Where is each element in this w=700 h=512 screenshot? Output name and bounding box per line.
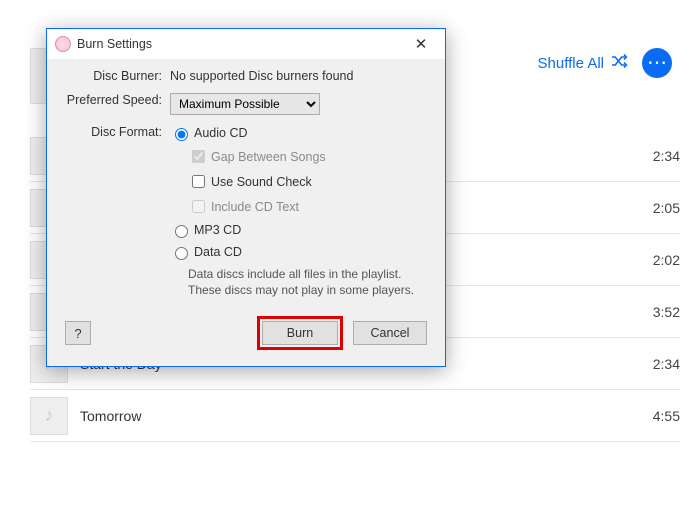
more-button[interactable]: ⋯ <box>642 48 672 78</box>
gap-songs-label: Gap Between Songs <box>211 150 326 164</box>
app-icon <box>55 36 71 52</box>
shuffle-all-link[interactable]: Shuffle All <box>538 55 604 72</box>
shuffle-icon <box>610 53 630 73</box>
dialog-titlebar: Burn Settings ✕ <box>47 29 445 59</box>
cancel-button[interactable]: Cancel <box>353 321 427 345</box>
track-duration: 2:34 <box>653 148 680 164</box>
sound-check-checkbox[interactable]: Use Sound Check <box>170 172 427 191</box>
audio-cd-radio[interactable]: Audio CD <box>170 125 427 141</box>
disc-format-label: Disc Format: <box>65 125 170 298</box>
close-button[interactable]: ✕ <box>405 35 437 53</box>
data-cd-radio[interactable]: Data CD <box>170 244 427 260</box>
preferred-speed-select[interactable]: Maximum Possible <box>170 93 320 115</box>
burn-highlight: Burn <box>257 316 343 350</box>
track-duration: 4:55 <box>653 408 680 424</box>
burn-settings-dialog: Burn Settings ✕ Disc Burner: No supporte… <box>46 28 446 367</box>
track-duration: 3:52 <box>653 304 680 320</box>
gap-songs-checkbox: Gap Between Songs <box>170 147 427 166</box>
audio-cd-label: Audio CD <box>194 126 248 140</box>
track-duration: 2:05 <box>653 200 680 216</box>
data-cd-note: Data discs include all files in the play… <box>170 266 427 298</box>
disc-burner-value: No supported Disc burners found <box>170 69 427 83</box>
preferred-speed-label: Preferred Speed: <box>65 93 170 115</box>
disc-burner-label: Disc Burner: <box>65 69 170 83</box>
cd-text-checkbox: Include CD Text <box>170 197 427 216</box>
mp3-cd-label: MP3 CD <box>194 223 241 237</box>
burn-button[interactable]: Burn <box>262 321 338 345</box>
track-thumb: ♪ <box>30 397 68 435</box>
sound-check-label: Use Sound Check <box>211 175 312 189</box>
track-duration: 2:34 <box>653 356 680 372</box>
track-title: Tomorrow <box>80 408 653 424</box>
track-duration: 2:02 <box>653 252 680 268</box>
cd-text-label: Include CD Text <box>211 200 299 214</box>
mp3-cd-radio[interactable]: MP3 CD <box>170 222 427 238</box>
data-cd-label: Data CD <box>194 245 242 259</box>
dialog-title: Burn Settings <box>77 37 405 51</box>
track-row[interactable]: ♪ Tomorrow 4:55 <box>30 390 680 442</box>
help-button[interactable]: ? <box>65 321 91 345</box>
